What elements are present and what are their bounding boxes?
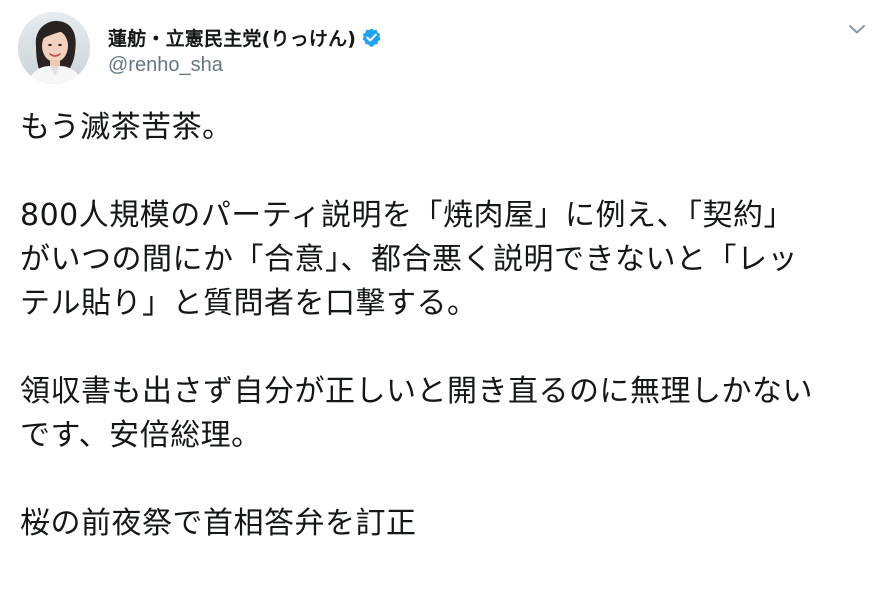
tweet-paragraph: 桜の前夜祭で首相答弁を訂正 [20,502,868,546]
tweet-line: 領収書も出さず自分が正しいと開き直るのに無理しかない [20,374,813,409]
tweet-paragraph: 800人規模のパーティ説明を「焼肉屋」に例え、「契約」 がいつの間にか「合意」、… [20,194,868,326]
tweet-line: です、安倍総理。 [20,418,262,453]
tweet-body: もう滅茶苦茶。 800人規模のパーティ説明を「焼肉屋」に例え、「契約」 がいつの… [20,106,868,590]
tweet-line: 桜の前夜祭で首相答弁を訂正 [20,506,417,541]
tweet-paragraph: もう滅茶苦茶。 [20,106,868,150]
author-display-name[interactable]: 蓮舫・立憲民主党(りっけん) [108,24,356,51]
tweet-line: がいつの間にか「合意」、都合悪く説明できないと「レッ [20,242,798,277]
tweet-line: 800人規模のパーティ説明を「焼肉屋」に例え、「契約」 [20,198,794,233]
verified-badge-icon [361,27,382,48]
author-name-row: 蓮舫・立憲民主党(りっけん) [108,24,382,50]
tweet-paragraph: 領収書も出さず自分が正しいと開き直るのに無理しかない です、安倍総理。 [20,370,868,458]
tweet-line: もう滅茶苦茶。 [20,110,233,145]
profile-photo-image [18,12,90,84]
avatar[interactable] [18,12,90,84]
tweet-card: 蓮舫・立憲民主党(りっけん) @renho_sha もう滅茶苦茶。 800人規模… [0,0,888,558]
chevron-down-icon[interactable] [846,18,868,40]
tweet-line: テル貼り」と質問者を口撃する。 [20,286,478,321]
author-handle[interactable]: @renho_sha [108,54,382,77]
author-identity[interactable]: 蓮舫・立憲民主党(りっけん) @renho_sha [108,24,382,77]
tweet-header: 蓮舫・立憲民主党(りっけん) @renho_sha [18,12,870,88]
